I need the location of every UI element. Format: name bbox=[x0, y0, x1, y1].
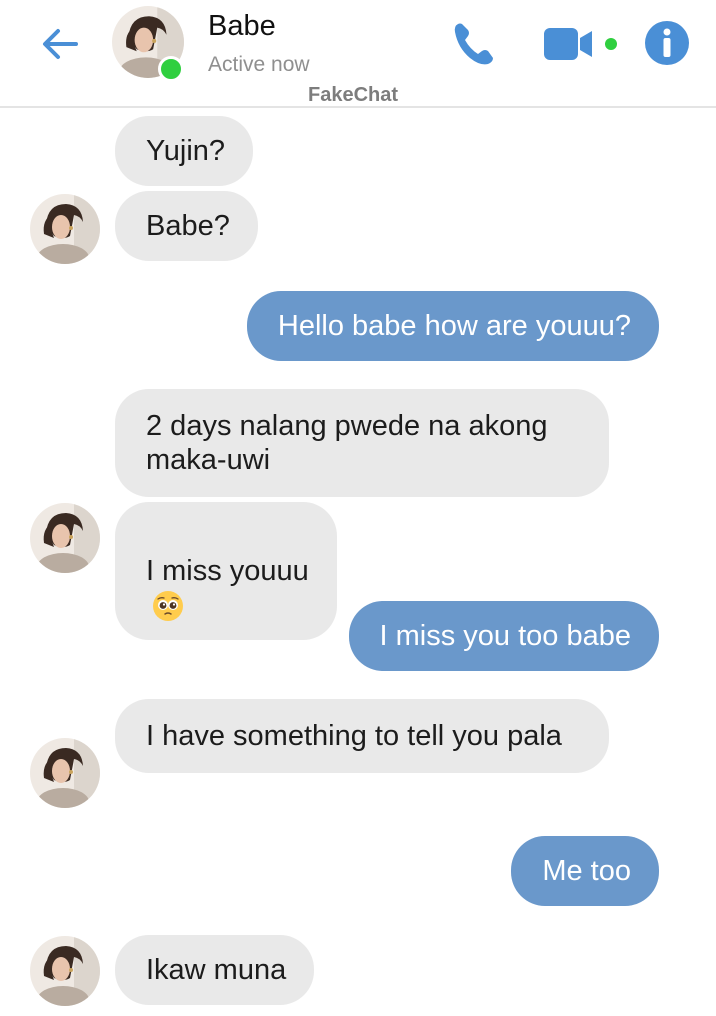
info-icon[interactable] bbox=[644, 20, 690, 66]
message-bubble-incoming[interactable]: Yujin? bbox=[115, 116, 254, 186]
message-bubble-incoming[interactable]: I have something to tell you pala bbox=[115, 699, 609, 773]
brand-watermark: FakeChat bbox=[308, 84, 399, 106]
pleading-face-icon bbox=[153, 591, 183, 622]
message-bubble-incoming[interactable]: Babe? bbox=[115, 191, 258, 261]
contact-avatar-small[interactable] bbox=[30, 936, 100, 1006]
message-text: I miss youuu bbox=[146, 555, 309, 587]
online-status-dot bbox=[158, 56, 184, 82]
chat-header: Babe Active now FakeChat bbox=[0, 0, 716, 108]
message-bubble-outgoing[interactable]: Hello babe how are youuu? bbox=[246, 291, 659, 361]
phone-icon[interactable] bbox=[448, 18, 500, 70]
message-bubble-incoming[interactable]: I miss youuu bbox=[115, 502, 337, 641]
back-arrow-icon[interactable] bbox=[36, 20, 84, 68]
contact-name[interactable]: Babe bbox=[208, 10, 276, 43]
message-bubble-incoming[interactable]: 2 days nalang pwede na akong maka-uwi bbox=[115, 389, 609, 497]
contact-avatar-small[interactable] bbox=[30, 503, 100, 573]
active-status: Active now bbox=[208, 53, 310, 76]
contact-avatar-small[interactable] bbox=[30, 194, 100, 264]
message-bubble-outgoing[interactable]: I miss you too babe bbox=[348, 601, 659, 671]
contact-avatar-small[interactable] bbox=[30, 738, 100, 808]
video-camera-icon[interactable] bbox=[540, 22, 624, 66]
message-bubble-incoming[interactable]: Ikaw muna bbox=[115, 935, 315, 1005]
message-bubble-outgoing[interactable]: Me too bbox=[511, 836, 659, 906]
